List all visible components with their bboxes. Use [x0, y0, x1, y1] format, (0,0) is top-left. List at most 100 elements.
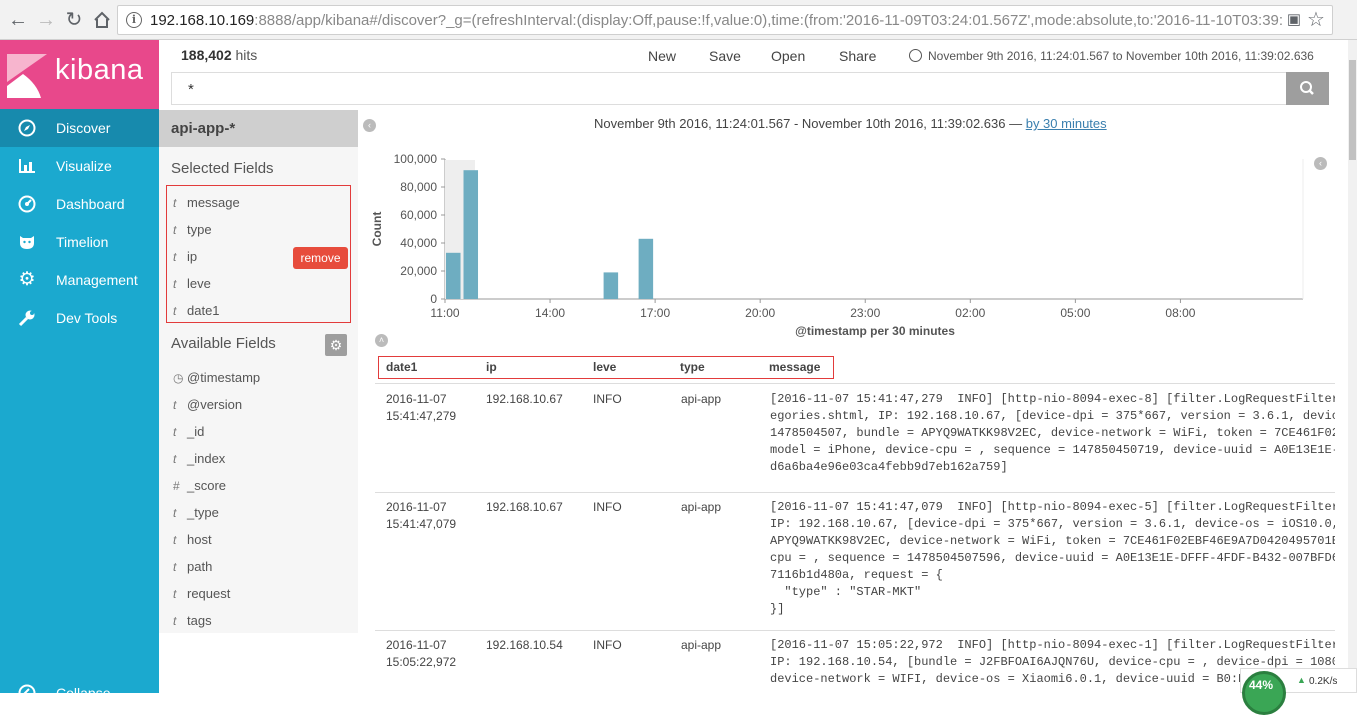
y-tick-label: 0 [430, 292, 437, 306]
cell-date1: 2016-11-07 15:05:22,972 [386, 638, 457, 669]
collapse-sidebar-icon[interactable]: ‹ [363, 119, 376, 132]
cell-type: api-app [681, 500, 722, 514]
query-text: * [188, 81, 194, 98]
reload-icon[interactable]: ↻ [62, 8, 86, 32]
nav-visualize[interactable]: Visualize [0, 147, 159, 185]
interval-link[interactable]: by 30 minutes [1026, 116, 1107, 131]
translate-icon[interactable]: ▣ [1282, 8, 1306, 32]
histogram-bar[interactable] [446, 252, 461, 299]
index-pattern-header[interactable]: api-app-* [159, 110, 358, 147]
x-tick-label: 14:00 [535, 306, 565, 320]
available-field-request[interactable]: t request [173, 586, 230, 601]
nav-collapse[interactable]: Collapse [0, 680, 159, 718]
string-type-icon: t [173, 196, 177, 210]
cell-leve: INFO [593, 500, 622, 514]
field-name: path [187, 559, 213, 574]
y-tick-label: 100,000 [394, 152, 438, 166]
selected-fields-title: Selected Fields [171, 160, 274, 177]
expand-chart-icon[interactable]: ˄ [375, 334, 388, 347]
collapse-icon [17, 684, 37, 702]
histogram-chart: 0 20,000 40,000 60,000 80,000 100,000 14:00 17… [370, 152, 1304, 338]
x-tick-label: 23:00 [850, 306, 880, 320]
selected-field-ip[interactable]: t ip [173, 249, 197, 264]
clock-icon [909, 49, 922, 62]
forward-arrow-icon[interactable]: → [34, 8, 58, 32]
remove-field-button[interactable]: remove [293, 247, 348, 269]
string-type-icon: t [173, 587, 177, 601]
info-icon[interactable]: i [126, 12, 142, 28]
share-button[interactable]: Share [839, 48, 876, 64]
url-host: 192.168.10.169 [150, 12, 255, 29]
y-axis: 0 20,000 40,000 60,000 80,000 100,000 [394, 152, 446, 306]
available-field-score[interactable]: # _score [173, 478, 226, 493]
kibana-logo[interactable]: kibana [0, 40, 159, 110]
string-type-icon: t [173, 277, 177, 291]
x-tick-label: 11:00 [430, 306, 459, 320]
y-axis-label: Count [370, 212, 384, 247]
time-picker[interactable]: November 9th 2016, 11:24:01.567 to Novem… [909, 49, 1314, 63]
field-settings-button[interactable]: ⚙ [325, 334, 347, 356]
available-field-index[interactable]: t _index [173, 451, 225, 466]
cell-leve: INFO [593, 392, 622, 406]
open-button[interactable]: Open [771, 48, 805, 64]
search-input[interactable]: * [171, 72, 1286, 105]
column-header-ip[interactable]: ip [486, 360, 497, 374]
field-name: ip [187, 249, 198, 264]
available-field-timestamp[interactable]: ◷ @timestamp [173, 370, 260, 385]
nav-devtools[interactable]: Dev Tools [0, 299, 159, 337]
compass-icon [17, 119, 37, 137]
string-type-icon: t [173, 560, 177, 574]
nav-management[interactable]: ⚙ Management [0, 261, 159, 299]
gear-icon: ⚙ [18, 269, 36, 290]
y-tick-label: 80,000 [400, 180, 437, 194]
histogram-bars[interactable] [446, 170, 654, 299]
column-header-date1[interactable]: date1 [386, 360, 417, 374]
x-tick-label: 20:00 [745, 306, 775, 320]
selected-field-date1[interactable]: t date1 [173, 303, 220, 318]
nav-discover[interactable]: Discover [0, 109, 159, 147]
address-bar[interactable]: i 192.168.10.169:8888/app/kibana#/discov… [117, 5, 1333, 35]
cell-message: [2016-11-07 15:41:47,279 INFO] [http-nio… [770, 392, 1335, 474]
hits-number: 188,402 [181, 47, 232, 63]
x-axis: 14:00 17:00 20:00 23:00 02:00 05:00 08:00 11:00 [430, 159, 1304, 320]
scrollbar[interactable] [1348, 40, 1357, 693]
field-name: host [187, 532, 212, 547]
nav-label: Discover [56, 120, 111, 136]
available-field-type[interactable]: t _type [173, 505, 219, 520]
clock-type-icon: ◷ [173, 371, 184, 385]
available-field-tags[interactable]: t tags [173, 613, 212, 628]
timelion-icon [17, 233, 37, 251]
url-path: :8888/app/kibana#/discover?_g=(refreshIn… [254, 12, 1284, 29]
histogram-bar[interactable] [463, 170, 479, 299]
histogram-bar[interactable] [638, 238, 654, 299]
y-tick-label: 20,000 [400, 264, 437, 278]
field-name: @version [187, 397, 243, 412]
histogram-bar[interactable] [603, 272, 619, 299]
available-field-host[interactable]: t host [173, 532, 212, 547]
save-button[interactable]: Save [709, 48, 741, 64]
cell-leve: INFO [593, 638, 622, 652]
selected-field-leve[interactable]: t leve [173, 276, 211, 291]
new-button[interactable]: New [648, 48, 676, 64]
star-icon[interactable]: ☆ [1304, 8, 1328, 32]
scrollbar-thumb[interactable] [1349, 60, 1356, 160]
available-field-path[interactable]: t path [173, 559, 212, 574]
column-header-type[interactable]: type [680, 360, 705, 374]
available-field-id[interactable]: t _id [173, 424, 204, 439]
nav-label: Collapse [56, 685, 111, 701]
x-tick-label: 05:00 [1060, 306, 1090, 320]
selected-field-type[interactable]: t type [173, 222, 212, 237]
string-type-icon: t [173, 250, 177, 264]
nav-timelion[interactable]: Timelion [0, 223, 159, 261]
nav-dashboard[interactable]: Dashboard [0, 185, 159, 223]
nav-label: Dev Tools [56, 310, 118, 326]
index-pattern-name: api-app-* [171, 120, 236, 137]
available-field-version[interactable]: t @version [173, 397, 242, 412]
chart-header: November 9th 2016, 11:24:01.567 - Novemb… [594, 116, 1107, 131]
search-button[interactable] [1286, 72, 1329, 105]
home-icon[interactable] [90, 8, 114, 32]
back-arrow-icon[interactable]: ← [6, 8, 30, 32]
selected-field-message[interactable]: t message [173, 195, 240, 210]
column-header-message[interactable]: message [769, 360, 820, 374]
column-header-leve[interactable]: leve [593, 360, 616, 374]
